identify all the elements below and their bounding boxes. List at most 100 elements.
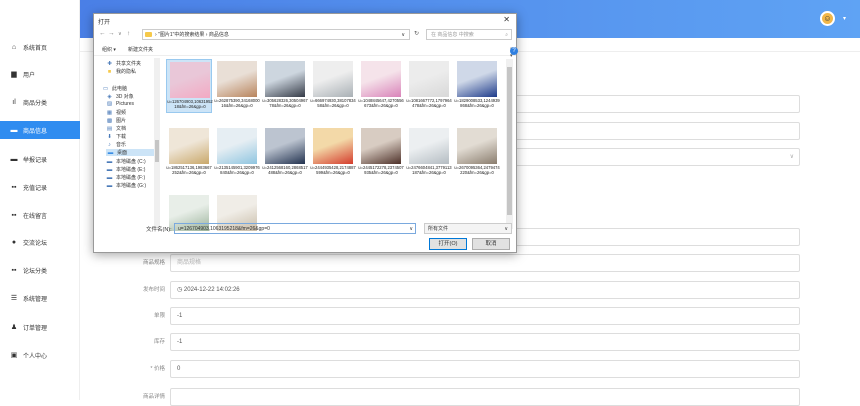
id-card-icon: ▣ xyxy=(10,352,18,359)
sidebar-item[interactable]: ▬ 举报记录 xyxy=(10,154,48,164)
desktop-icon: ▬ xyxy=(107,149,114,156)
file-thumbnail[interactable]: u=2135145901,3209976840&fm=26&gp=0 xyxy=(214,126,260,180)
scrollbar-thumb[interactable] xyxy=(507,67,512,215)
person-icon: ♟ xyxy=(10,324,18,331)
file-thumbnail[interactable]: u=1862517136,1983667252&fm=26&gp=0 xyxy=(166,126,212,180)
address-bar[interactable]: › "图片1"中的搜索结果 › 商品信息 ∨ xyxy=(142,29,410,40)
help-icon[interactable]: ? xyxy=(510,47,518,55)
forward-arrow-icon[interactable]: → xyxy=(108,30,115,37)
dialog-title: 打开 xyxy=(98,20,111,26)
tree-item-label: 本地磁盘 (E:) xyxy=(116,167,146,173)
file-thumbnail[interactable]: u=1081667772,1797964478&fm=26&gp=0 xyxy=(406,59,452,113)
file-name: u=666974930,3810783458&fm=26&gp=0 xyxy=(310,98,356,108)
organize-button[interactable]: 组织 ▾ xyxy=(102,46,116,53)
tree-item[interactable]: ▬ 本地磁盘 (G:) xyxy=(106,182,146,190)
sidebar-item[interactable]: ● 交流论坛 xyxy=(10,237,47,247)
sidebar-item[interactable]: ▪▪ 充值记录 xyxy=(10,182,48,192)
form-label: 单限 xyxy=(153,313,165,319)
refresh-icon[interactable]: ↻ xyxy=(414,30,419,37)
sidebar-item[interactable]: ▣ 个人中心 xyxy=(10,350,47,360)
sidebar-item[interactable]: ▆ 用户 xyxy=(10,69,35,79)
sidebar-item[interactable]: ▬ 商品信息 xyxy=(0,121,80,139)
sidebar-item[interactable]: ⌂ 系统首页 xyxy=(10,42,47,52)
image-thumbnail xyxy=(265,61,305,97)
tree-item[interactable]: ▨ Pictures xyxy=(106,101,134,107)
filetype-select[interactable]: 所有文件 ∨ xyxy=(424,223,512,234)
tree-item[interactable]: ▩ 图片 xyxy=(106,117,126,125)
scrollbar-thumb[interactable] xyxy=(155,140,159,162)
sidebar-item[interactable]: ▪▪ 在线留言 xyxy=(10,210,48,220)
video-icon: ▦ xyxy=(106,109,113,116)
file-thumbnail[interactable]: u=2476604841,3779113187&fm=26&gp=0 xyxy=(406,126,452,180)
tree-item[interactable]: ▦ 视频 xyxy=(106,109,126,117)
file-name: u=1048845647,4270556673&fm=26&gp=0 xyxy=(358,98,404,108)
tree-item[interactable]: ✚ 共享文件夹 xyxy=(106,60,141,68)
sidebar-item[interactable]: ☰ 系统管理 xyxy=(10,293,47,303)
form-row: 库存 -1 xyxy=(80,333,800,351)
home-icon: ⌂ xyxy=(11,43,17,51)
tree-scrollbar[interactable] xyxy=(154,58,160,230)
search-input[interactable]: 在 商品信息 中搜索 ⌕ xyxy=(426,29,512,40)
file-thumbnail[interactable]: u=2445172278,2374507935&fm=26&gp=0 xyxy=(358,126,404,180)
file-open-dialog: 打开 ✕ ← → ∨ ↑ › "图片1"中的搜索结果 › 商品信息 ∨ ↻ 在 … xyxy=(93,13,518,253)
back-arrow-icon[interactable]: ← xyxy=(99,30,106,37)
chevron-down-icon[interactable]: ▾ xyxy=(843,15,846,22)
file-name: u=305628326,3050496778&fm=26&gp=0 xyxy=(262,98,308,108)
close-icon[interactable]: ✕ xyxy=(503,15,510,24)
file-thumbnail[interactable]: u=2444935428,2174887599&fm=26&gp=0 xyxy=(310,126,356,180)
sidebar-item-label: 系统首页 xyxy=(23,45,48,52)
file-thumbnail[interactable]: u=2670095364,2479474220&fm=26&gp=0 xyxy=(454,126,500,180)
sidebar-item[interactable]: ▪▪ 论坛分类 xyxy=(10,265,48,275)
grid-scrollbar[interactable] xyxy=(506,59,513,229)
tree-item[interactable]: ⬇ 下载 xyxy=(106,133,126,141)
file-thumbnail[interactable]: u=1829008533,1244939868&fm=26&gp=0 xyxy=(454,59,500,113)
cancel-button[interactable]: 取消 xyxy=(472,238,510,250)
file-thumbnail[interactable]: u=126704903,1063195218&fm=26&gp=0 xyxy=(166,59,213,113)
tree-item[interactable]: ▤ 文档 xyxy=(106,125,126,133)
form-input[interactable]: -1 xyxy=(170,307,800,325)
sidebar-item-label: 举报记录 xyxy=(23,157,48,164)
tree-item[interactable]: ▭ 此电脑 xyxy=(102,85,127,93)
sidebar-item-label: 个人中心 xyxy=(23,353,48,360)
sidebar-item-label: 订单管理 xyxy=(23,325,48,332)
file-name: u=2444935428,2174887599&fm=26&gp=0 xyxy=(310,165,356,175)
form-input[interactable]: 0 xyxy=(170,360,800,378)
file-thumbnail[interactable]: u=2412568160,2868517488&fm=26&gp=0 xyxy=(262,126,308,180)
sidebar-item-label: 充值记录 xyxy=(23,185,48,192)
file-thumbnail[interactable]: u=305628326,3050496778&fm=26&gp=0 xyxy=(262,59,308,113)
file-thumbnail[interactable]: u=262875390,3416800016&fm=26&gp=0 xyxy=(214,59,260,113)
tree-item[interactable]: ▬ 本地磁盘 (E:) xyxy=(106,166,146,174)
form-label: 商品规格 xyxy=(142,260,165,266)
sidebar-item[interactable]: ıl 商品分类 xyxy=(10,97,47,107)
filename-row: 文件名(N): u=126704903,1063195218&fm=26&gp=… xyxy=(94,222,516,236)
cube-icon: ◈ xyxy=(107,93,112,100)
file-name: u=126704903,1063195218&fm=26&gp=0 xyxy=(167,99,213,109)
drive-icon: ▬ xyxy=(106,158,113,165)
form-input[interactable]: ◷ 2024-12-22 14:02:26 xyxy=(170,281,800,299)
tree-item[interactable]: ▬ 本地磁盘 (C:) xyxy=(106,158,146,166)
avatar[interactable]: ☺ xyxy=(820,11,835,26)
recent-locations-icon[interactable]: ∨ xyxy=(118,31,122,37)
form-input[interactable] xyxy=(170,388,800,406)
file-thumbnail[interactable]: u=666974930,3810783458&fm=26&gp=0 xyxy=(310,59,356,113)
form-input[interactable]: -1 xyxy=(170,333,800,351)
tree-item[interactable]: ▬ 本地磁盘 (F:) xyxy=(106,174,145,182)
file-thumbnail[interactable]: u=1048845647,4270556673&fm=26&gp=0 xyxy=(358,59,404,113)
pictures-icon: ▨ xyxy=(106,101,113,107)
form-row: 发布时间 ◷ 2024-12-22 14:02:26 xyxy=(80,281,800,299)
chevron-down-icon[interactable]: ∨ xyxy=(409,224,413,233)
new-folder-button[interactable]: 新建文件夹 xyxy=(128,46,153,53)
tree-item[interactable]: ♪ 音乐 xyxy=(106,141,126,149)
chevron-down-icon[interactable]: ∨ xyxy=(401,30,405,39)
form-input[interactable]: 商品规格 xyxy=(170,254,800,272)
tree-item[interactable]: ■ 我的隐私 xyxy=(106,68,136,76)
grid-icon: ▪▪ xyxy=(11,183,17,191)
folder-icon xyxy=(145,32,152,37)
open-button[interactable]: 打开(O) xyxy=(429,238,467,250)
filename-input[interactable]: u=126704903,1063195218&fm=26&gp=0 ∨ xyxy=(174,223,416,234)
tree-item[interactable]: ▬ 桌面 xyxy=(106,149,154,156)
tree-item[interactable]: ◈ 3D 对象 xyxy=(106,93,133,101)
up-arrow-icon[interactable]: ↑ xyxy=(127,30,130,37)
music-icon: ♪ xyxy=(108,141,111,148)
sidebar-item[interactable]: ♟ 订单管理 xyxy=(10,322,47,332)
